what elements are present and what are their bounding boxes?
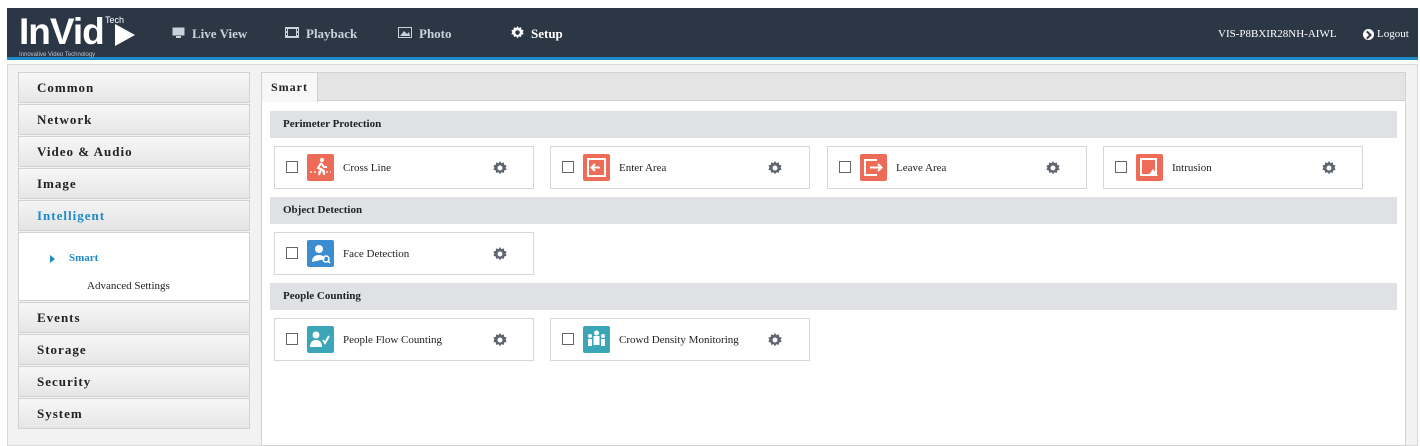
- face-detection-checkbox[interactable]: [286, 247, 298, 259]
- function-card-cross-line: Cross Line: [274, 146, 534, 189]
- logout-label: Logout: [1377, 28, 1409, 40]
- nav-playback[interactable]: Playback: [285, 8, 357, 60]
- submenu-item-advanced-settings[interactable]: Advanced Settings: [87, 280, 170, 292]
- nav-setup[interactable]: Setup: [511, 8, 563, 60]
- intrusion-icon: [1136, 154, 1163, 181]
- device-name: VIS-P8BXIR28NH-AIWL: [1218, 28, 1337, 40]
- cross-line-checkbox[interactable]: [286, 161, 298, 173]
- sidebar-item-system[interactable]: System: [18, 398, 250, 429]
- top-navigation-bar: InVid Tech Innovative Video Technology L…: [7, 8, 1418, 60]
- leave-area-label: Leave Area: [896, 162, 947, 174]
- monitor-icon: [172, 26, 185, 42]
- leave-area-settings-gear-icon[interactable]: [1046, 161, 1060, 175]
- enter-area-settings-gear-icon[interactable]: [768, 161, 782, 175]
- enter-area-label: Enter Area: [619, 162, 667, 174]
- sidebar: Common Network Video & Audio Image Intel…: [18, 72, 250, 430]
- crowd-density-monitoring-label: Crowd Density Monitoring: [619, 334, 739, 346]
- face-detection-label: Face Detection: [343, 248, 410, 260]
- sidebar-item-events[interactable]: Events: [18, 302, 250, 333]
- nav-label: Live View: [192, 26, 248, 41]
- nav-label: Setup: [531, 26, 563, 41]
- face-detection-settings-gear-icon[interactable]: [493, 247, 507, 261]
- tab-bar: Smart: [262, 73, 1405, 102]
- intrusion-label: Intrusion: [1172, 162, 1212, 174]
- function-card-face-detection: Face Detection: [274, 232, 534, 275]
- leave-area-icon: [860, 154, 887, 181]
- sidebar-item-common[interactable]: Common: [18, 72, 250, 103]
- photo-icon: [398, 26, 412, 42]
- logout-button[interactable]: Logout: [1363, 8, 1409, 60]
- nav-label: Playback: [306, 26, 358, 41]
- enter-area-checkbox[interactable]: [562, 161, 574, 173]
- intrusion-settings-gear-icon[interactable]: [1322, 161, 1336, 175]
- logo-text: InVid: [19, 11, 105, 52]
- people-flow-counting-checkbox[interactable]: [286, 333, 298, 345]
- sidebar-item-security[interactable]: Security: [18, 366, 250, 397]
- invid-logo: InVid Tech Innovative Video Technology: [19, 11, 159, 58]
- film-icon: [285, 26, 299, 42]
- submenu-item-smart[interactable]: Smart: [49, 252, 98, 264]
- logo-play-icon: [115, 24, 135, 46]
- logo-subtitle: Innovative Video Technology: [19, 52, 96, 58]
- tab-smart[interactable]: Smart: [262, 73, 318, 102]
- cross-line-settings-gear-icon[interactable]: [493, 161, 507, 175]
- cross-line-label: Cross Line: [343, 162, 391, 174]
- face-detection-icon: [307, 240, 334, 267]
- crowd-density-icon: [583, 326, 610, 353]
- enter-area-icon: [583, 154, 610, 181]
- crowd-density-monitoring-checkbox[interactable]: [562, 333, 574, 345]
- people-flow-settings-gear-icon[interactable]: [493, 333, 507, 347]
- function-card-enter-area: Enter Area: [550, 146, 810, 189]
- nav-photo[interactable]: Photo: [398, 8, 452, 60]
- active-nav-indicator: [501, 57, 619, 60]
- function-card-leave-area: Leave Area: [827, 146, 1087, 189]
- function-card-people-flow-counting: People Flow Counting: [274, 318, 534, 361]
- nav-live-view[interactable]: Live View: [172, 8, 247, 60]
- sidebar-item-storage[interactable]: Storage: [18, 334, 250, 365]
- section-header-perimeter-protection: Perimeter Protection: [270, 111, 1397, 138]
- intrusion-checkbox[interactable]: [1115, 161, 1127, 173]
- sidebar-item-intelligent[interactable]: Intelligent: [18, 200, 250, 231]
- sidebar-item-video-audio[interactable]: Video & Audio: [18, 136, 250, 167]
- function-card-crowd-density-monitoring: Crowd Density Monitoring: [550, 318, 810, 361]
- sidebar-item-image[interactable]: Image: [18, 168, 250, 199]
- sidebar-item-network[interactable]: Network: [18, 104, 250, 135]
- cross-line-icon: [307, 154, 334, 181]
- leave-area-checkbox[interactable]: [839, 161, 851, 173]
- crowd-density-settings-gear-icon[interactable]: [768, 333, 782, 347]
- nav-label: Photo: [419, 26, 452, 41]
- function-card-intrusion: Intrusion: [1103, 146, 1363, 189]
- section-header-people-counting: People Counting: [270, 283, 1397, 310]
- smart-settings-panel: Smart Perimeter Protection Cross Line En…: [261, 72, 1406, 446]
- people-flow-icon: [307, 326, 334, 353]
- intelligent-submenu: Smart Advanced Settings: [18, 232, 250, 301]
- people-flow-counting-label: People Flow Counting: [343, 334, 443, 346]
- gear-icon: [511, 25, 524, 43]
- logout-icon: [1363, 28, 1374, 40]
- section-header-object-detection: Object Detection: [270, 197, 1397, 224]
